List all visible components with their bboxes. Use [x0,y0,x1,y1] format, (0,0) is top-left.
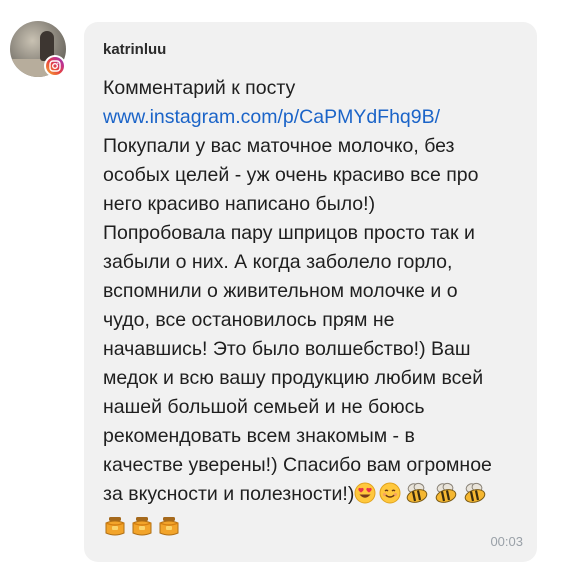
message-line: Попробовала пару шприцов просто так и [103,222,475,244]
message-line: нашей большой семьей и не боюсь [103,396,425,418]
instagram-icon [46,57,64,75]
honey-pot-emoji [103,515,127,546]
smiling-face-emoji [379,482,401,513]
message-line: забыли о них. А когда заболело горло, [103,251,453,273]
message-line: Комментарий к посту [103,77,296,99]
bee-emoji [462,482,488,513]
message-bubble: katrinluu Комментарий к посту www.instag… [84,22,537,562]
message-line: рекомендовать всем знакомым - в [103,425,415,447]
message-timestamp: 00:03 [490,534,523,549]
message-line-with-emoji: за вкусности и полезности!) [103,480,533,513]
emoji-row [103,513,533,546]
post-link[interactable]: www.instagram.com/p/CaPMYdFhq9B/ [103,103,533,132]
honey-pot-emoji [130,515,154,546]
message-line: чудо, все остановилось прям не [103,309,395,331]
instagram-badge [44,55,66,77]
sender-username[interactable]: katrinluu [103,41,166,58]
bee-emoji [404,482,430,513]
message-line: него красиво написано было!) [103,193,376,215]
message-line: за вкусности и полезности!) [103,483,355,505]
message-line: Покупали у вас маточное молочко, без [103,135,455,157]
message-line: вспомнили о живительном молочке и о [103,280,458,302]
message-line: особых целей - уж очень красиво все про [103,164,479,186]
heart-eyes-emoji [354,482,376,513]
honey-pot-emoji [157,515,181,546]
message-text: Комментарий к посту www.instagram.com/p/… [103,74,533,546]
message-line: начавшись! Это было волшебство!) Ваш [103,338,471,360]
message-line: медок и всю вашу продукцию любим всей [103,367,484,389]
message-line: качестве уверены!) Спасибо вам огромное [103,454,492,476]
bee-emoji [433,482,459,513]
